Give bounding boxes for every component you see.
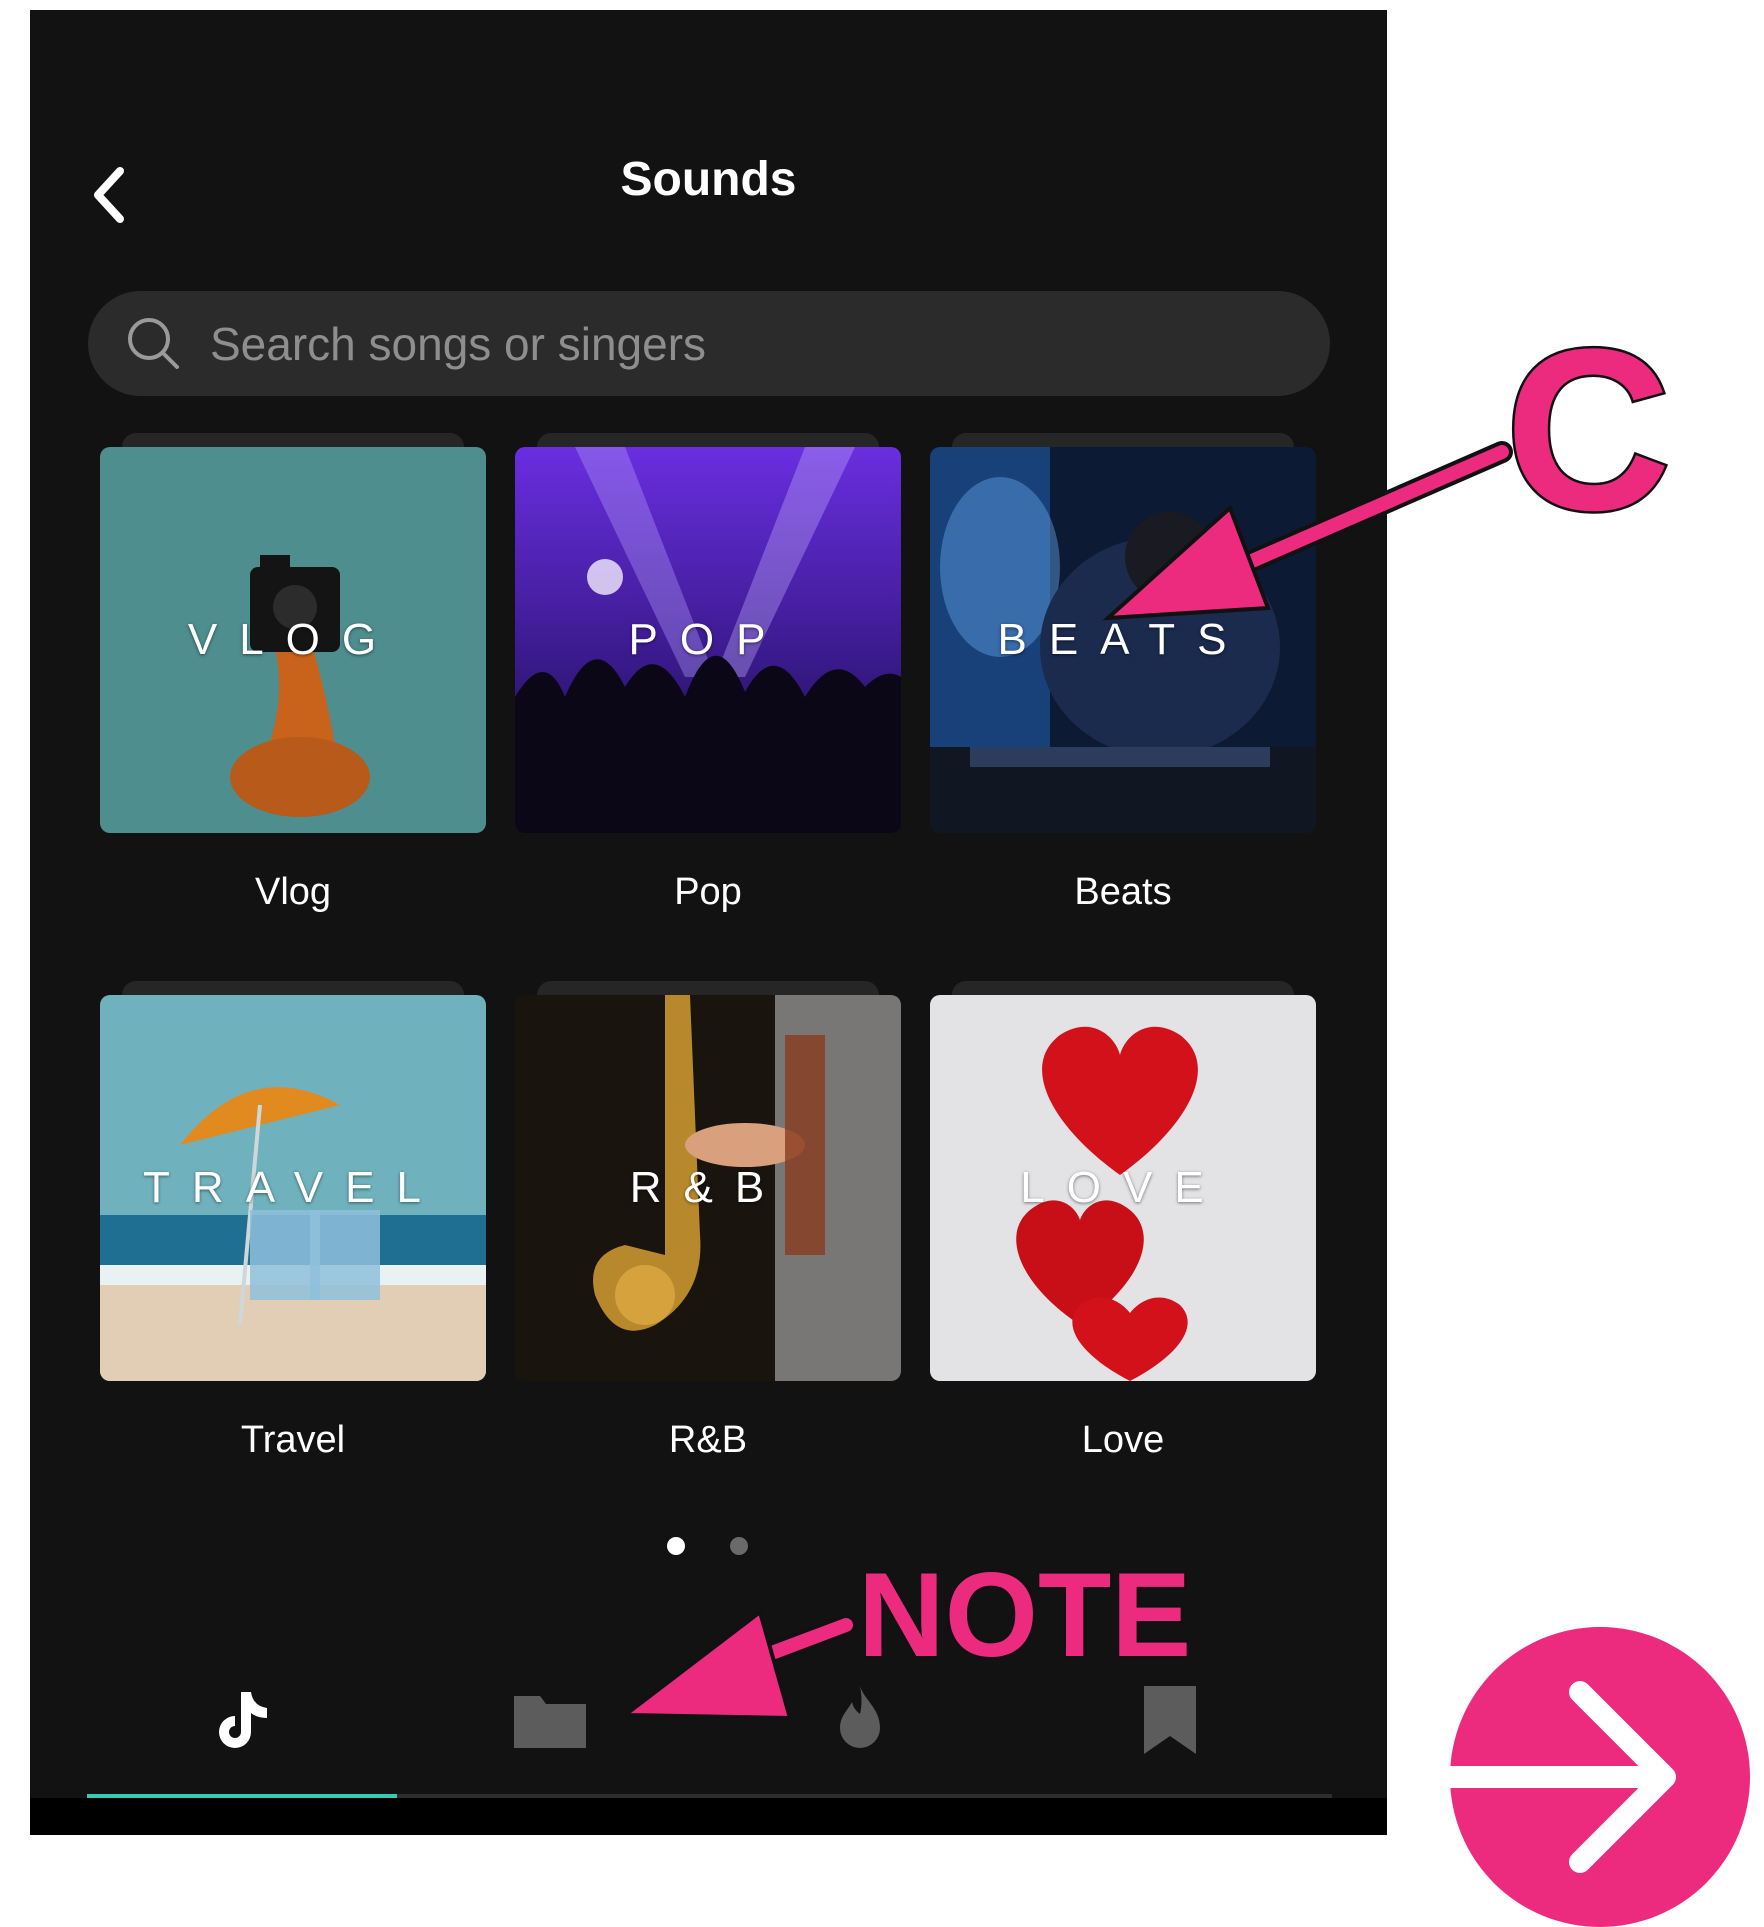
travel-image: TRAVEL: [100, 995, 486, 1381]
pop-image: POP: [515, 447, 901, 833]
beats-image: BEATS: [930, 447, 1316, 833]
rnb-image: R&B: [515, 995, 901, 1381]
flame-icon[interactable]: [820, 1680, 900, 1760]
folder-icon[interactable]: [510, 1680, 590, 1760]
category-label: Pop: [674, 871, 742, 913]
tile-overlay-text: POP: [628, 615, 788, 664]
tiktok-icon[interactable]: [205, 1680, 285, 1760]
tile-overlay-text: R&B: [629, 1163, 787, 1212]
category-tile-beats[interactable]: BEATS Beats: [930, 433, 1316, 913]
tile-overlay-text: VLOG: [187, 615, 399, 664]
tile-overlay-text: LOVE: [1020, 1163, 1226, 1212]
category-label: R&B: [668, 1419, 748, 1461]
search-icon: [128, 317, 179, 369]
search-input[interactable]: [208, 315, 1212, 372]
callout-note: NOTE: [855, 1548, 1193, 1682]
category-label: Love: [1081, 1419, 1165, 1461]
tile-overlay-text: BEATS: [997, 615, 1249, 664]
next-arrow-button[interactable]: [1450, 1627, 1750, 1927]
bookmark-icon[interactable]: [1130, 1680, 1210, 1760]
category-tile-rnb[interactable]: R&B R&B: [515, 981, 901, 1461]
bottom-strip: [30, 1798, 1387, 1835]
category-tile-travel[interactable]: TRAVEL Travel: [100, 981, 486, 1461]
tile-overlay-text: TRAVEL: [143, 1163, 443, 1212]
category-tile-love[interactable]: LOVE Love: [930, 981, 1316, 1461]
search-bar[interactable]: [88, 291, 1330, 396]
category-tile-pop[interactable]: POP Pop: [515, 433, 901, 913]
page-title: Sounds: [620, 153, 797, 206]
vlog-image: VLOG: [100, 447, 486, 833]
category-label: Travel: [240, 1419, 346, 1461]
page-dot[interactable]: [730, 1537, 748, 1555]
callout-c: C: [1502, 301, 1673, 558]
category-label: Beats: [1074, 871, 1172, 913]
category-tile-vlog[interactable]: VLOG Vlog: [100, 433, 486, 913]
category-label: Vlog: [254, 871, 332, 913]
page-dot-active[interactable]: [667, 1537, 685, 1555]
love-image: LOVE: [930, 995, 1316, 1381]
